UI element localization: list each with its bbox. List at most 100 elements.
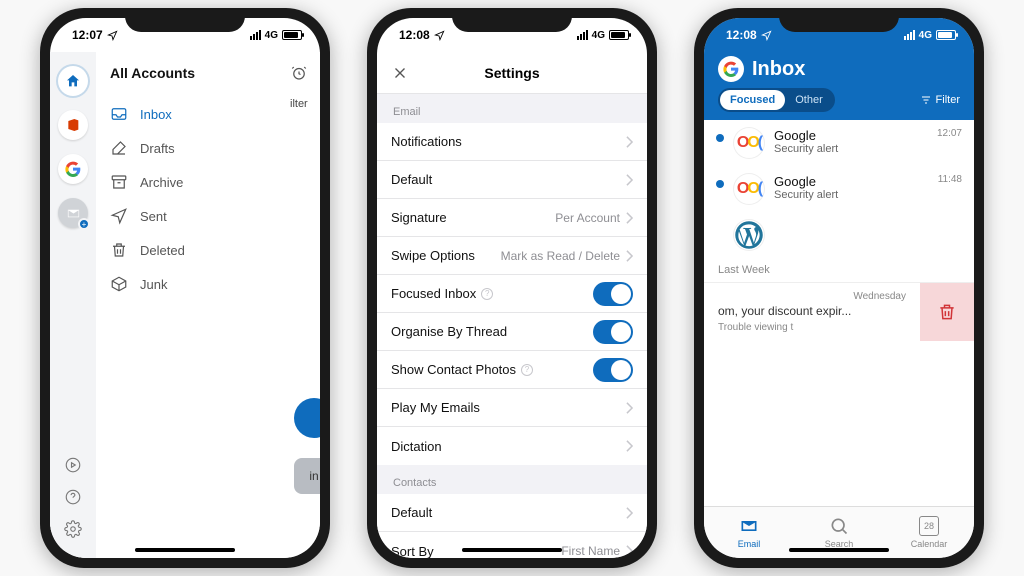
status-time: 12:07 <box>72 28 103 42</box>
rail-account-add-mail[interactable]: + <box>58 198 88 228</box>
do-not-disturb-icon[interactable] <box>290 64 308 82</box>
folder-inbox[interactable]: Inbox <box>110 98 308 130</box>
filter-icon <box>920 94 932 106</box>
rail-account-google[interactable] <box>58 154 88 184</box>
settings-row[interactable]: Sort By First Name <box>377 532 647 558</box>
row-label: Default <box>391 505 432 520</box>
settings-row[interactable]: Show Contact Photos? <box>377 351 647 389</box>
chevron-right-icon <box>626 136 633 148</box>
envelope-icon <box>66 206 81 221</box>
account-rail: + <box>50 52 96 558</box>
status-network: 4G <box>592 30 605 41</box>
settings-row[interactable]: Default <box>377 494 647 532</box>
status-network: 4G <box>919 30 932 41</box>
unread-dot-icon <box>716 134 724 142</box>
chevron-right-icon <box>626 545 633 557</box>
signal-icon <box>904 30 915 40</box>
junk-icon <box>110 275 128 293</box>
gear-icon[interactable] <box>64 520 82 538</box>
email-preview: Trouble viewing t <box>718 322 906 333</box>
status-time: 12:08 <box>399 28 430 42</box>
peek-signin-button[interactable]: in <box>294 458 320 494</box>
rail-account-office[interactable] <box>58 110 88 140</box>
close-icon[interactable] <box>391 64 409 82</box>
sender-avatar: OO( <box>734 128 764 158</box>
folder-trash[interactable]: Deleted <box>110 234 308 266</box>
folder-sent[interactable]: Sent <box>110 200 308 232</box>
play-outline-icon[interactable] <box>64 456 82 474</box>
home-indicator[interactable] <box>462 548 562 552</box>
folder-label: Junk <box>140 277 167 292</box>
help-icon[interactable] <box>64 488 82 506</box>
location-icon <box>761 30 772 41</box>
inbox-icon <box>110 105 128 123</box>
office-icon <box>65 117 81 133</box>
settings-title: Settings <box>484 65 539 81</box>
status-network: 4G <box>265 30 278 41</box>
settings-row[interactable]: Swipe OptionsMark as Read / Delete <box>377 237 647 275</box>
info-icon[interactable]: ? <box>481 288 493 300</box>
drafts-icon <box>110 139 128 157</box>
chevron-right-icon <box>626 250 633 262</box>
trash-icon <box>937 302 957 322</box>
filter-button[interactable]: Filter <box>920 94 960 106</box>
row-label: Swipe Options <box>391 248 475 263</box>
toggle-switch[interactable] <box>593 282 633 306</box>
email-subject: om, your discount expir... <box>718 304 906 318</box>
email-row[interactable]: OO(GoogleSecurity alert12:07 <box>704 120 974 166</box>
folder-archive[interactable]: Archive <box>110 166 308 198</box>
email-row[interactable] <box>704 212 974 258</box>
rail-account-home[interactable] <box>58 66 88 96</box>
folder-junk[interactable]: Junk <box>110 268 308 300</box>
row-detail: Per Account <box>555 211 620 225</box>
settings-row[interactable]: SignaturePer Account <box>377 199 647 237</box>
settings-row[interactable]: Organise By Thread <box>377 313 647 351</box>
settings-row[interactable]: Play My Emails <box>377 389 647 427</box>
tab-calendar[interactable]: 28 Calendar <box>884 507 974 558</box>
row-detail: First Name <box>561 544 620 558</box>
inbox-title: Inbox <box>752 58 805 81</box>
settings-row[interactable]: Notifications <box>377 123 647 161</box>
email-row-swiped[interactable]: Wednesday om, your discount expir... Troub… <box>704 283 974 341</box>
archive-icon <box>110 173 128 191</box>
row-label: Focused Inbox <box>391 286 476 301</box>
chevron-right-icon <box>626 212 633 224</box>
email-row[interactable]: OO(GoogleSecurity alert11:48 <box>704 166 974 212</box>
swipe-delete-action[interactable] <box>920 283 974 341</box>
google-logo-icon <box>723 61 739 77</box>
email-sender: Google <box>774 128 927 143</box>
home-indicator[interactable] <box>789 548 889 552</box>
email-icon <box>739 516 759 536</box>
account-avatar[interactable] <box>718 56 744 82</box>
calendar-icon: 28 <box>919 516 939 536</box>
folder-label: Deleted <box>140 243 185 258</box>
row-label: Play My Emails <box>391 400 480 415</box>
toggle-switch[interactable] <box>593 358 633 382</box>
sent-icon <box>110 207 128 225</box>
folder-label: Drafts <box>140 141 175 156</box>
email-time: 12:07 <box>937 128 962 158</box>
battery-icon <box>936 30 956 40</box>
segment-focused[interactable]: Focused <box>720 90 785 110</box>
plus-badge-icon: + <box>78 218 90 230</box>
folder-drafts[interactable]: Drafts <box>110 132 308 164</box>
trash-icon <box>110 241 128 259</box>
settings-row[interactable]: Dictation <box>377 427 647 465</box>
tab-email[interactable]: Email <box>704 507 794 558</box>
signal-icon <box>577 30 588 40</box>
google-logo-icon <box>65 161 81 177</box>
inbox-segment: Focused Other <box>718 88 835 112</box>
home-indicator[interactable] <box>135 548 235 552</box>
toggle-switch[interactable] <box>593 320 633 344</box>
signal-icon <box>250 30 261 40</box>
row-label: Dictation <box>391 439 442 454</box>
settings-row[interactable]: Focused Inbox? <box>377 275 647 313</box>
chevron-right-icon <box>626 440 633 452</box>
info-icon[interactable]: ? <box>521 364 533 376</box>
settings-row[interactable]: Default <box>377 161 647 199</box>
folder-label: Sent <box>140 209 167 224</box>
sender-avatar: OO( <box>734 174 764 204</box>
row-label: Sort By <box>391 544 434 559</box>
email-day: Wednesday <box>718 291 906 302</box>
segment-other[interactable]: Other <box>785 90 833 110</box>
